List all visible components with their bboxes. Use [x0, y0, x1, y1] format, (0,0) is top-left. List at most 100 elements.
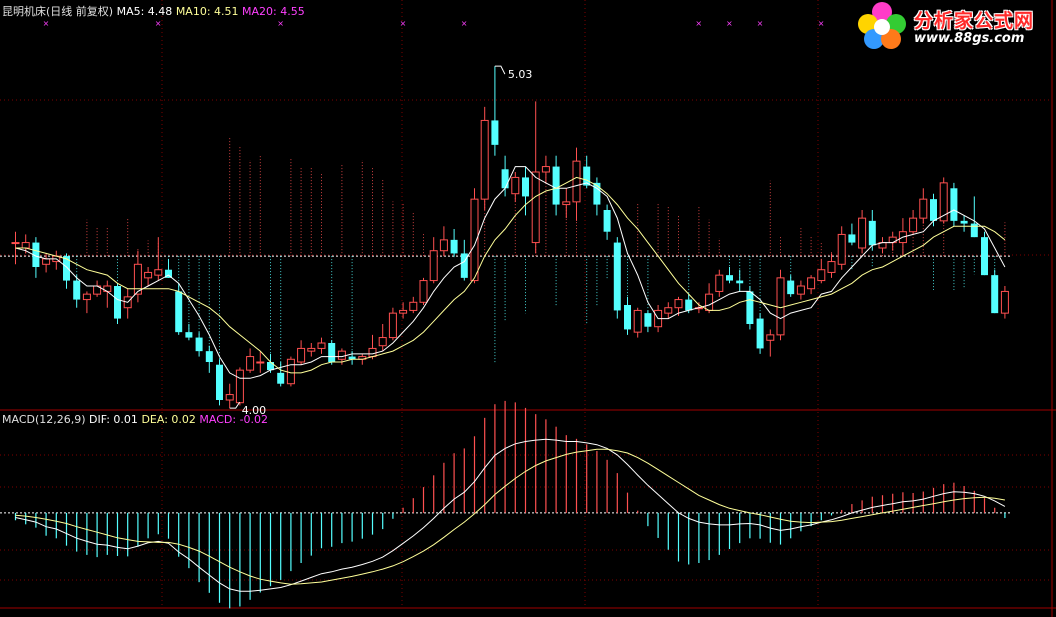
candle-body	[930, 199, 937, 221]
macd-title: MACD(12,26,9)	[2, 413, 86, 426]
candle-body	[603, 210, 611, 232]
candle-body	[11, 242, 20, 245]
candle-body	[205, 351, 213, 362]
candle-body	[378, 337, 387, 347]
logo-text: 分析家公式网	[914, 10, 1035, 32]
signal-marker: ×	[757, 19, 764, 28]
candle-body	[817, 269, 826, 282]
candle-body	[429, 250, 438, 282]
candle-body	[552, 166, 560, 205]
dea-value: DEA: 0.02	[141, 413, 196, 426]
candle-body	[705, 293, 714, 311]
candlestick-panel	[11, 66, 1009, 409]
candle-body	[185, 332, 193, 338]
high-label: 5.03	[508, 68, 533, 81]
candle-body	[981, 237, 988, 276]
ma5-value: MA5: 4.48	[116, 5, 173, 18]
candle-body	[450, 239, 458, 254]
candle-body	[114, 286, 121, 319]
candle-body	[175, 291, 183, 333]
signal-marker: ×	[400, 19, 407, 28]
candle-body	[297, 347, 306, 363]
candle-body	[73, 280, 81, 300]
candle-body	[368, 347, 377, 358]
logo-url: www.88gs.com	[914, 31, 1025, 46]
signal-marker: ×	[277, 19, 284, 28]
signal-marker: ×	[43, 19, 50, 28]
candle-body	[511, 176, 520, 195]
candle-body	[827, 261, 836, 273]
macd-header: MACD(12,26,9) DIF: 0.01 DEA: 0.02 MACD: …	[2, 413, 268, 426]
candle-body	[644, 313, 652, 327]
candle-body	[848, 234, 856, 243]
signal-marker: ×	[818, 19, 825, 28]
candle-body	[409, 301, 418, 311]
dea-line	[15, 448, 1005, 585]
candle-body	[480, 119, 489, 200]
candle-body	[1000, 290, 1009, 314]
macd-panel	[14, 400, 1006, 609]
ma10-line	[15, 176, 1006, 374]
flower-icon	[858, 2, 906, 49]
price-header: 昆明机床(日线 前复权) MA5: 4.48 MA10: 4.51 MA20: …	[2, 3, 305, 19]
candle-body	[633, 309, 642, 333]
candle-body	[787, 280, 795, 295]
candle-body	[328, 343, 336, 362]
candle-body	[919, 198, 928, 219]
candle-body	[277, 372, 285, 384]
ma5-line	[15, 166, 1006, 379]
candle-body	[154, 269, 163, 276]
candle-body	[991, 275, 999, 314]
candle-body	[216, 364, 223, 400]
candle-body	[491, 120, 499, 145]
ma20-value: MA20: 4.55	[242, 5, 305, 18]
candle-body	[572, 160, 581, 203]
candle-body	[195, 337, 203, 352]
candle-body	[235, 369, 244, 404]
candle-body	[144, 271, 153, 279]
stock-chart: 5.034.00× × × × × × × × ×	[0, 0, 1056, 617]
candle-body	[746, 291, 754, 324]
candle-body	[613, 242, 621, 311]
candle-body	[685, 299, 693, 311]
candle-body	[317, 342, 326, 349]
signal-marker: ×	[155, 19, 162, 28]
candle-body	[837, 233, 846, 265]
signal-marker: ×	[461, 19, 468, 28]
dif-line	[15, 438, 1006, 592]
price-annotations: 5.034.00× × × × × × × × ×	[43, 19, 825, 417]
candle-body	[736, 280, 744, 284]
candle-body	[541, 166, 550, 173]
candle-body	[419, 280, 428, 303]
signal-marker: ×	[726, 19, 733, 28]
candle-body	[858, 217, 867, 249]
dif-value: DIF: 0.01	[89, 413, 138, 426]
candle-body	[776, 277, 785, 336]
candle-body	[501, 169, 509, 189]
candle-body	[950, 188, 958, 221]
candle-body	[624, 305, 631, 330]
candle-body	[726, 275, 733, 281]
candle-body	[909, 217, 918, 233]
candle-body	[337, 350, 346, 360]
candle-body	[796, 285, 805, 295]
candle-body	[756, 318, 764, 349]
candle-body	[307, 347, 316, 352]
candle-body	[399, 309, 408, 314]
candle-body	[267, 362, 274, 371]
candle-body	[960, 220, 968, 224]
candle-body	[388, 312, 397, 339]
stock-title: 昆明机床(日线 前复权)	[2, 5, 114, 18]
candle-body	[522, 177, 529, 197]
candle-body	[82, 293, 91, 301]
candle-body	[766, 334, 775, 341]
candle-body	[246, 356, 255, 371]
candle-body	[225, 394, 234, 401]
signal-marker: ×	[695, 19, 702, 28]
candle-body	[664, 307, 673, 314]
site-logo[interactable]: 分析家公式网 www.88gs.com	[852, 0, 1056, 52]
candle-body	[42, 258, 51, 265]
macd-value: MACD: -0.02	[199, 413, 269, 426]
candle-body	[807, 277, 816, 290]
candle-body	[531, 171, 540, 244]
